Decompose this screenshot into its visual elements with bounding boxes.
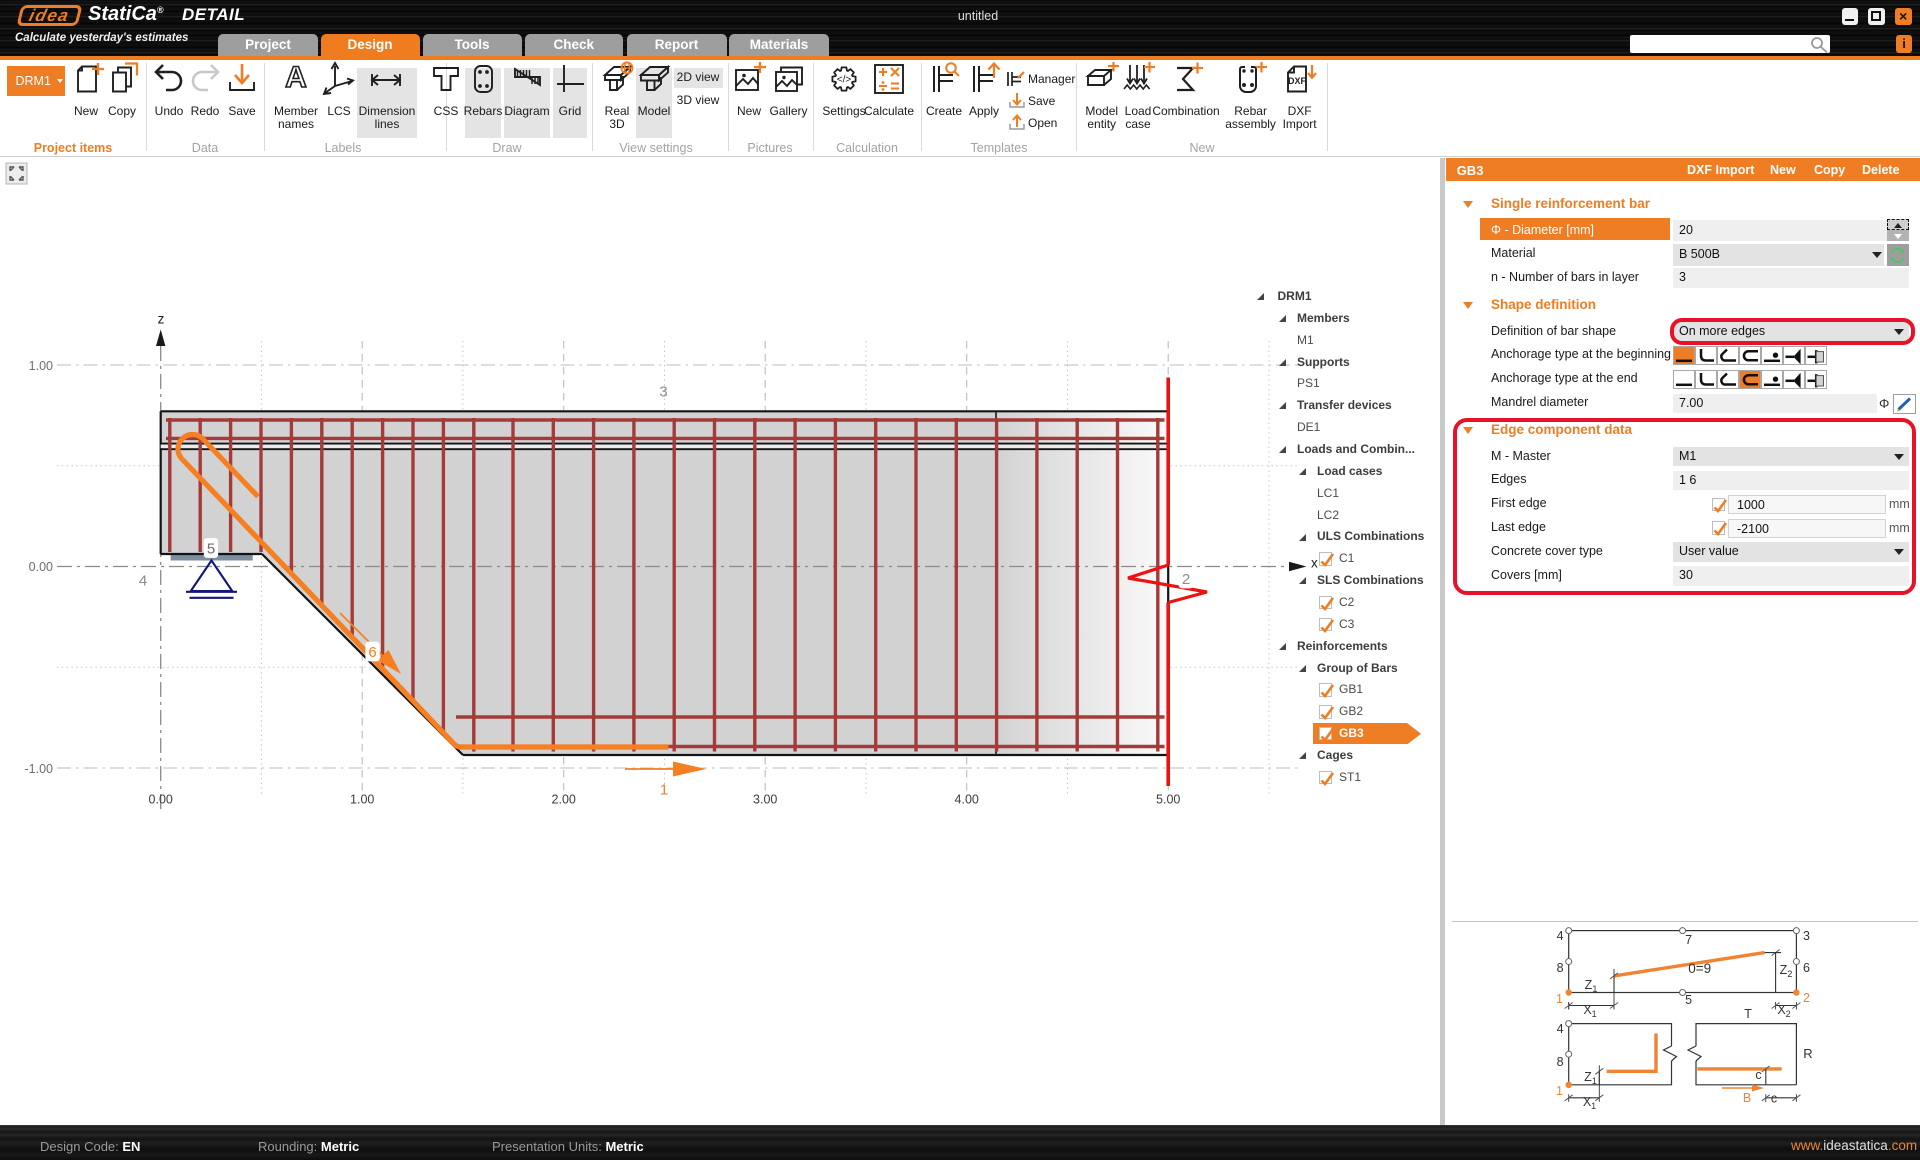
svg-text:2: 2 <box>1803 991 1810 1005</box>
svg-text:B: B <box>1743 1091 1751 1105</box>
svg-text:1.00: 1.00 <box>29 359 53 373</box>
svg-text:3: 3 <box>659 383 667 400</box>
svg-text:6: 6 <box>1803 961 1810 975</box>
svg-text:1.00: 1.00 <box>350 793 374 807</box>
svg-text:x: x <box>1311 555 1318 570</box>
svg-text:3: 3 <box>1803 929 1810 943</box>
svg-text:-1.00: -1.00 <box>25 762 54 776</box>
svg-text:DXF: DXF <box>1288 76 1307 86</box>
svg-text:6: 6 <box>368 644 376 661</box>
svg-text:4.00: 4.00 <box>955 793 979 807</box>
svg-text:5: 5 <box>207 540 215 557</box>
svg-text:5: 5 <box>1685 993 1692 1007</box>
svg-text:c: c <box>1771 1092 1777 1106</box>
svg-text:2: 2 <box>1182 571 1190 588</box>
svg-text:8: 8 <box>1557 1055 1564 1069</box>
svg-text:7: 7 <box>1685 933 1692 947</box>
svg-text:A: A <box>285 61 307 94</box>
svg-text:8: 8 <box>1557 961 1564 975</box>
svg-text:2.00: 2.00 <box>552 793 576 807</box>
svg-text:4: 4 <box>1557 1022 1564 1036</box>
svg-text:</>: </> <box>837 75 852 86</box>
svg-text:z: z <box>158 311 165 326</box>
svg-text:4: 4 <box>1557 929 1564 943</box>
svg-text:0=9: 0=9 <box>1688 961 1711 976</box>
svg-text:1: 1 <box>1556 1084 1563 1098</box>
svg-text:3.00: 3.00 <box>753 793 777 807</box>
svg-text:1: 1 <box>1556 992 1563 1006</box>
svg-text:0.00: 0.00 <box>149 793 173 807</box>
svg-text:c: c <box>1755 1068 1761 1082</box>
svg-text:R: R <box>1803 1046 1812 1061</box>
svg-text:5.00: 5.00 <box>1156 793 1180 807</box>
svg-text:0.00: 0.00 <box>29 560 53 574</box>
svg-text:T: T <box>1744 1007 1752 1021</box>
svg-text:Z2: Z2 <box>1780 963 1793 979</box>
svg-text:Z1: Z1 <box>1585 978 1598 994</box>
svg-text:1: 1 <box>660 781 668 798</box>
svg-text:Z1: Z1 <box>1584 1070 1597 1086</box>
svg-text:4: 4 <box>139 572 147 589</box>
